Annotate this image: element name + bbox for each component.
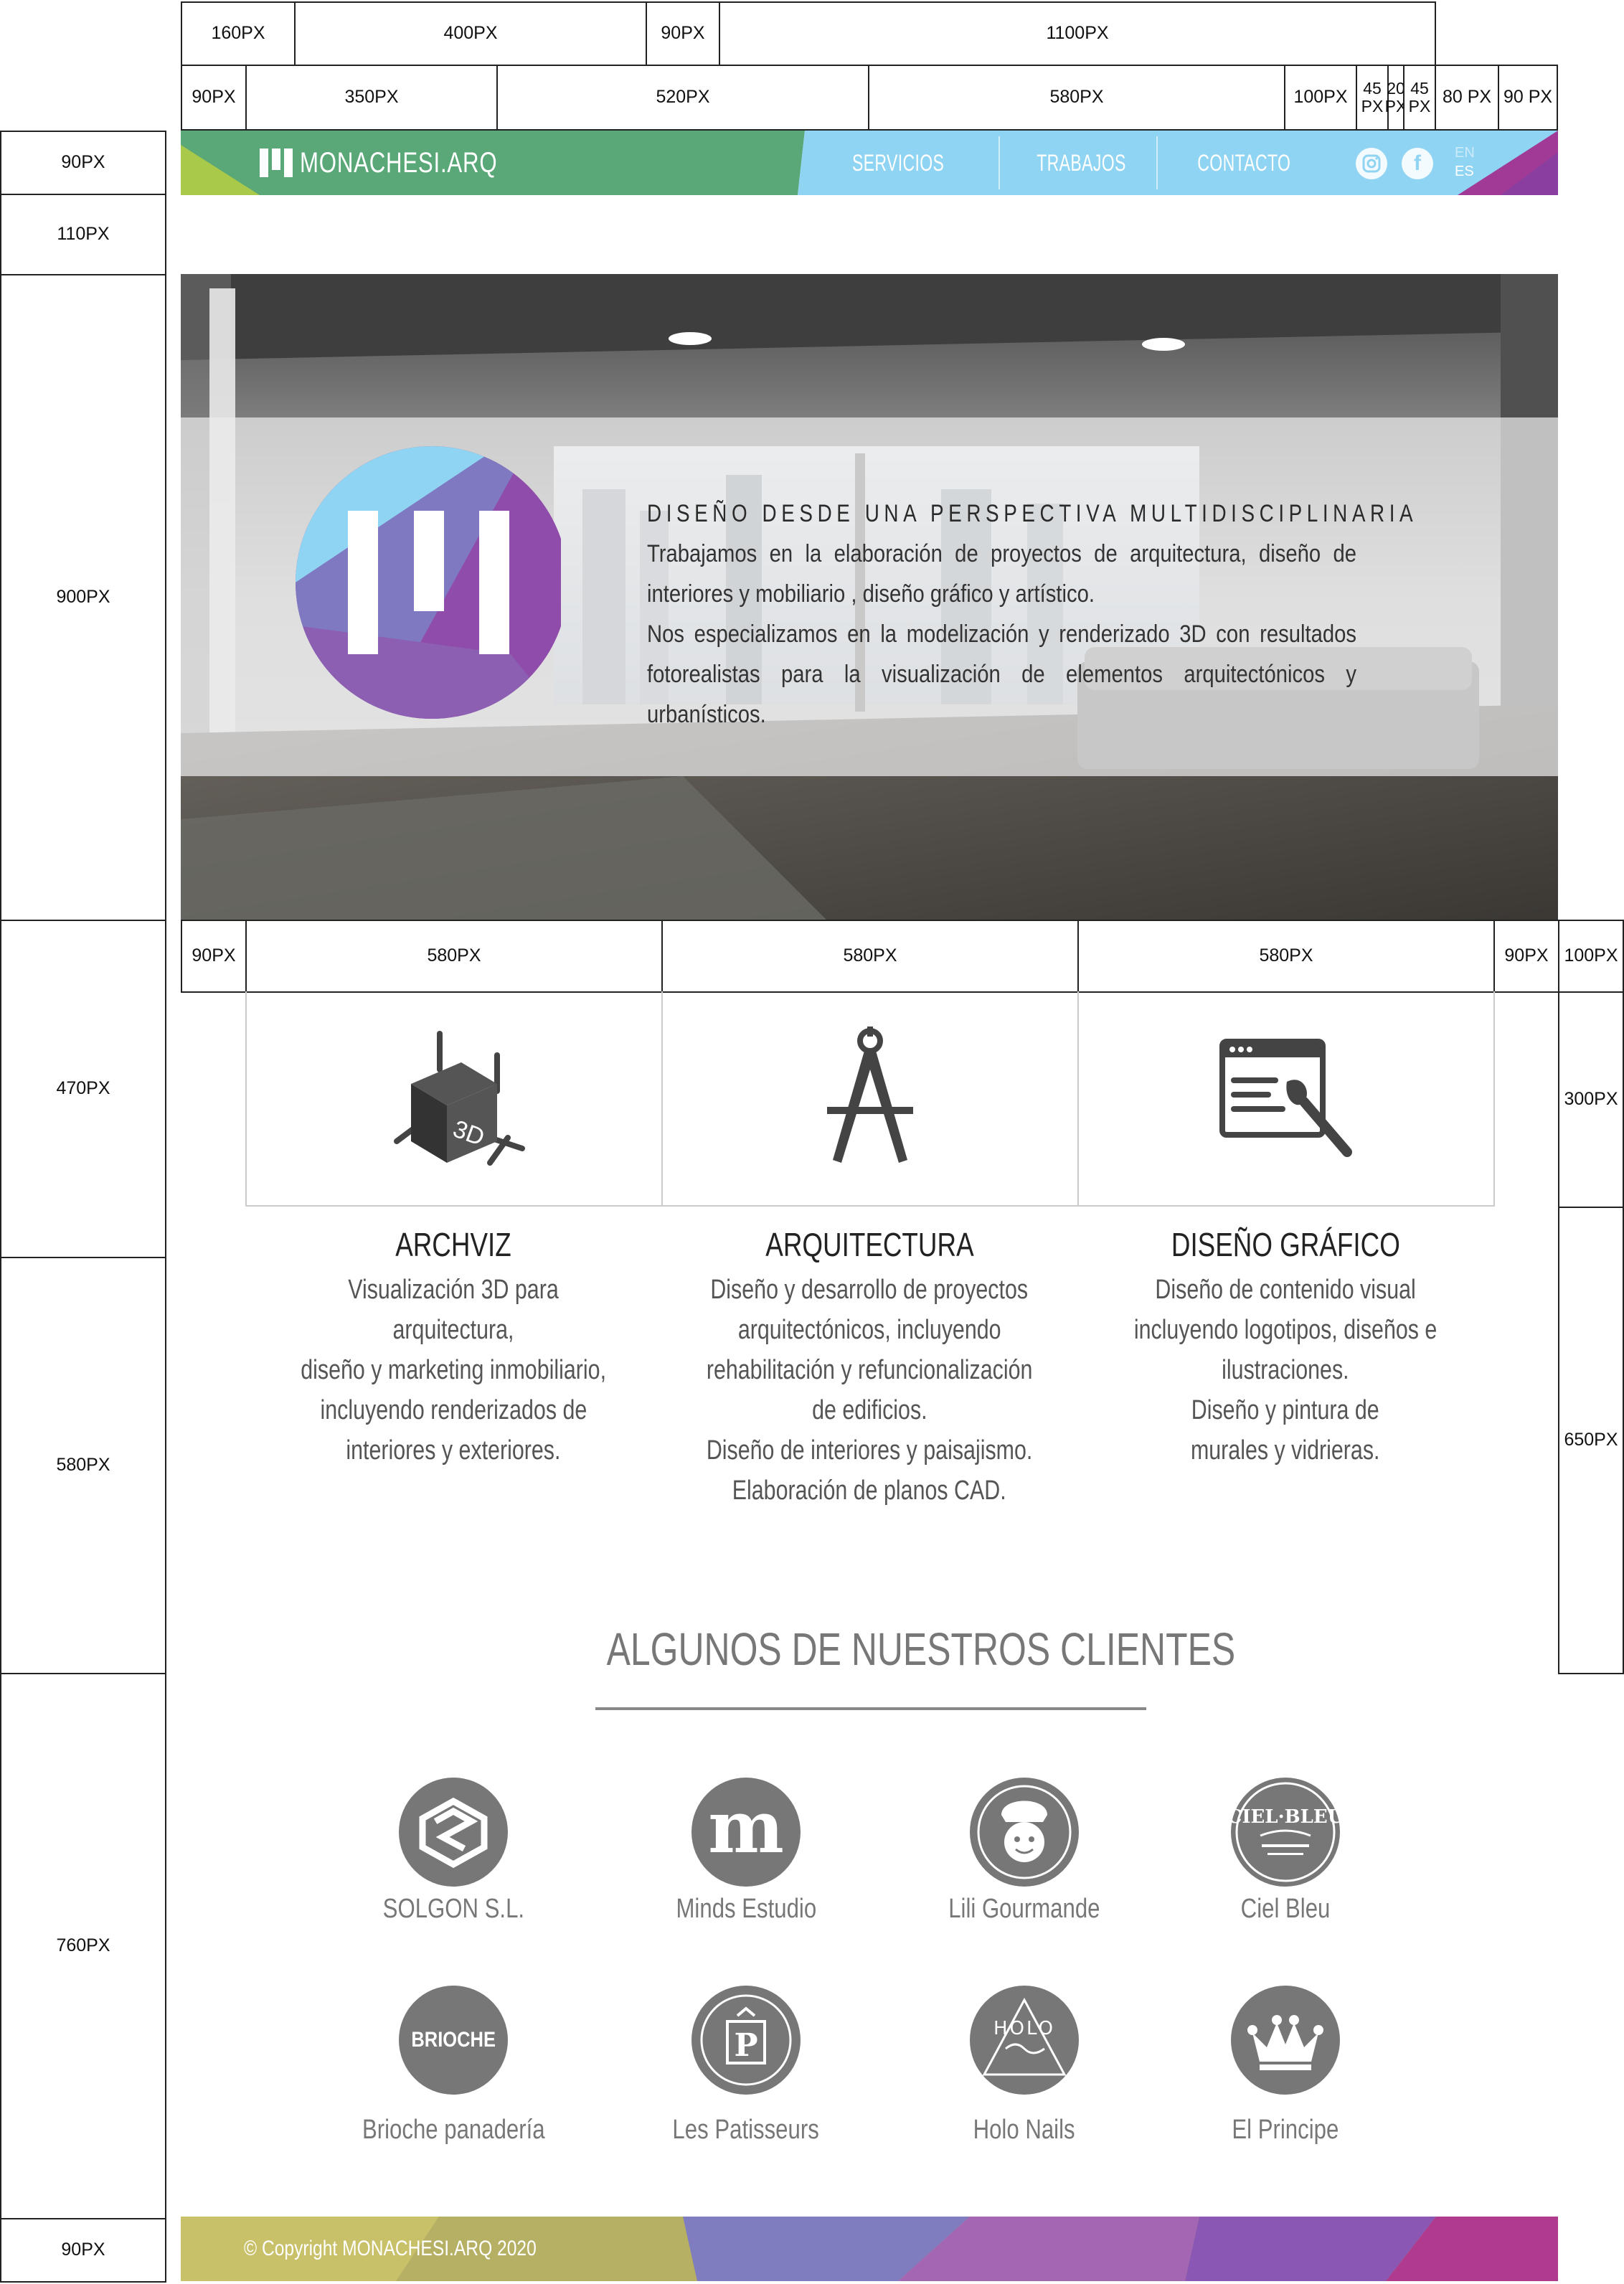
measure-top-160: 160PX — [181, 1, 296, 66]
measure-left-90: 90PX — [0, 131, 166, 195]
measure-svc-90b: 90PX — [1493, 920, 1559, 993]
site-header: MONACHESI.ARQ SERVICIOS TRABAJOS CONTACT… — [181, 131, 1558, 195]
service-desc-archviz: Visualización 3D para arquitectura, dise… — [301, 1275, 606, 1466]
instagram-icon[interactable] — [1356, 148, 1387, 179]
ciel-bleu-logo[interactable]: CIEL·BLEU — [1231, 1778, 1340, 1887]
svg-text:P: P — [734, 2027, 757, 2064]
nav-divider — [999, 136, 1000, 189]
measure-row2-45b: 45 PX — [1403, 65, 1436, 131]
brioche-logo[interactable]: BRIOCHE — [399, 1986, 508, 2095]
lang-en[interactable]: EN — [1455, 145, 1475, 161]
footer-copyright: © Copyright MONACHESI.ARQ 2020 — [244, 2237, 537, 2260]
measure-svc-580a: 580PX — [245, 920, 663, 993]
measure-top-400: 400PX — [294, 1, 647, 66]
service-desc-arquitectura: Diseño y desarrollo de proyectos arquite… — [706, 1275, 1033, 1506]
measure-left-580: 580PX — [0, 1257, 166, 1674]
solgon-logo[interactable] — [399, 1778, 508, 1887]
measure-row2-80: 80 PX — [1435, 65, 1499, 131]
client-name-minds: Minds Estudio — [676, 1894, 816, 1924]
service-title-archviz: ARCHVIZ — [395, 1226, 511, 1263]
clients-title: ALGUNOS DE NUESTROS CLIENTES — [606, 1623, 1236, 1675]
monachesi-logo-icon — [296, 446, 561, 719]
measure-top-90: 90PX — [646, 1, 720, 66]
client-name-el-principe: El Principe — [1232, 2115, 1339, 2145]
client-name-ciel-bleu: Ciel Bleu — [1240, 1894, 1331, 1924]
clients-divider — [595, 1707, 1146, 1710]
lili-logo[interactable] — [970, 1778, 1079, 1887]
cube-3d-icon: 3D — [394, 1031, 525, 1166]
measure-row2-90b: 90 PX — [1498, 65, 1558, 131]
measure-row2-580: 580PX — [868, 65, 1285, 131]
measure-row2-520: 520PX — [496, 65, 869, 131]
hero-title: DISEÑO DESDE UNA PERSPECTIVA MULTIDISCIP… — [647, 500, 1418, 527]
client-name-brioche: Brioche panadería — [362, 2115, 545, 2145]
svg-text:CIEL·BLEU: CIEL·BLEU — [1232, 1806, 1339, 1828]
measure-row2-100: 100PX — [1284, 65, 1357, 131]
measure-svc-580c: 580PX — [1077, 920, 1495, 993]
svg-text:HOLO: HOLO — [993, 2018, 1055, 2039]
measure-row2-45a: 45 PX — [1356, 65, 1389, 131]
nav-trabajos[interactable]: TRABAJOS — [1006, 131, 1156, 195]
measure-svc-90a: 90PX — [181, 920, 247, 993]
measure-left-90b: 90PX — [0, 2218, 166, 2283]
service-title-diseno: DISEÑO GRÁFICO — [1171, 1226, 1400, 1263]
minds-logo[interactable]: m — [691, 1778, 801, 1887]
service-icon-cell-arquitectura — [661, 991, 1079, 1207]
site-footer: © Copyright MONACHESI.ARQ 2020 — [181, 2217, 1558, 2281]
compass-icon — [827, 1027, 913, 1163]
measure-right-650: 650PX — [1558, 1207, 1624, 1674]
client-name-lili: Lili Gourmande — [948, 1894, 1100, 1924]
hero-section: DISEÑO DESDE UNA PERSPECTIVA MULTIDISCIP… — [181, 274, 1558, 920]
measure-left-760: 760PX — [0, 1673, 166, 2219]
lang-es[interactable]: ES — [1455, 164, 1474, 179]
measure-row2-20: 20 PX — [1385, 65, 1407, 131]
service-icon-cell-diseno — [1077, 991, 1495, 1207]
logo-text: MONACHESI.ARQ — [300, 146, 498, 179]
patisseurs-logo[interactable]: P — [691, 1986, 801, 2095]
service-icon-cell-archviz: 3D — [245, 991, 663, 1207]
logo-mark-icon — [260, 148, 293, 177]
facebook-icon[interactable]: f — [1402, 148, 1433, 179]
measure-left-900: 900PX — [0, 274, 166, 921]
client-name-solgon: SOLGON S.L. — [382, 1894, 524, 1924]
design-brush-icon — [1219, 1039, 1352, 1157]
measure-right-300: 300PX — [1558, 991, 1624, 1208]
nav-contacto[interactable]: CONTACTO — [1158, 131, 1330, 195]
hero-paragraph-1: Trabajamos en la elaboración de proyecto… — [647, 540, 1356, 608]
measure-left-470: 470PX — [0, 920, 166, 1258]
nav-servicios[interactable]: SERVICIOS — [826, 131, 970, 195]
client-name-patisseurs: Les Patisseurs — [672, 2115, 820, 2145]
measure-top-1100: 1100PX — [719, 1, 1436, 66]
client-name-holo-nails: Holo Nails — [973, 2115, 1075, 2145]
holo-nails-logo[interactable]: HOLO — [970, 1986, 1079, 2095]
measure-left-110: 110PX — [0, 194, 166, 275]
el-principe-logo[interactable] — [1231, 1986, 1340, 2095]
hero-paragraph-2: Nos especializamos en la modelización y … — [647, 620, 1356, 728]
hero-description: Trabajamos en la elaboración de proyecto… — [647, 534, 1356, 735]
measure-right-100: 100PX — [1558, 920, 1624, 993]
service-desc-diseno: Diseño de contenido visual incluyendo lo… — [1133, 1275, 1437, 1466]
service-title-arquitectura: ARQUITECTURA — [765, 1226, 974, 1263]
site-logo[interactable]: MONACHESI.ARQ — [260, 146, 553, 179]
measure-svc-580b: 580PX — [661, 920, 1079, 993]
measure-row2-90: 90PX — [181, 65, 247, 131]
measure-row2-350: 350PX — [245, 65, 498, 131]
